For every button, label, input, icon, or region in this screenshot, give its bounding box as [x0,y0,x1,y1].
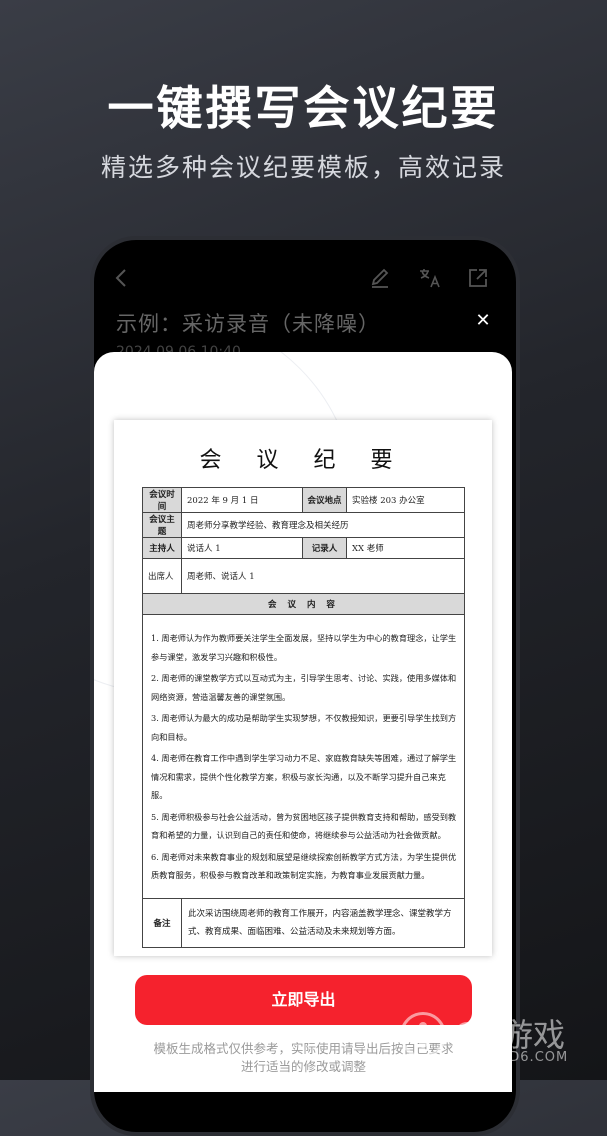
content-item: 2. 周老师的课堂教学方式以互动式为主，引导学生思考、讨论、实践，使用多媒体和网… [151,673,457,702]
watermark-logo-icon [400,1012,446,1058]
host-label: 主持人 [142,537,182,559]
topic-value: 周老师分享教学经验、教育理念及相关经历 [181,512,465,538]
table-row: 会议时间 2022 年 9 月 1 日 会议地点 实验楼 203 办公室 [142,487,465,513]
close-icon[interactable]: ✕ [472,310,494,332]
watermark-url: WWW.CD6.COM [454,1050,569,1065]
content-item: 4. 周老师在教育工作中遇到学生学习动力不足、家庭教育缺失等困难，通过了解学生情… [151,753,457,800]
topic-label: 会议主题 [142,512,182,538]
content-item: 6. 周老师对未来教育事业的规划和展望是继续探索创新教学方式方法，为学生提供优质… [151,851,457,881]
remarks-label: 备注 [142,897,182,948]
meeting-minutes-preview: 会 议 纪 要 会议时间 2022 年 9 月 1 日 会议地点 实验楼 203… [114,420,492,956]
table-row: 1. 周老师认为作为教师要关注学生全面发展，坚持以学生为中心的教育理念，让学生参… [142,614,465,899]
translate-icon[interactable] [416,264,444,292]
time-value: 2022 年 9 月 1 日 [181,487,303,513]
place-label: 会议地点 [302,487,347,513]
promo-headline: 一键撰写会议纪要 [107,81,500,135]
attendees-value: 周老师、说话人 1 [181,558,465,594]
edit-icon[interactable] [366,264,394,292]
host-value: 说话人 1 [181,537,303,559]
time-label: 会议时间 [142,487,182,513]
content-header: 会 议 内 容 [142,593,465,615]
table-row: 会 议 内 容 [142,593,465,615]
app-bar [94,258,516,298]
table-row: 主持人 说话人 1 记录人 XX 老师 [142,537,465,559]
doc-title: 会 议 纪 要 [199,448,407,473]
promo-subline: 精选多种会议纪要模板，高效记录 [100,153,506,182]
table-row: 出席人 周老师、说话人 1 [142,558,465,594]
note-title: 示例：采访录音（未降噪） [116,312,380,336]
content-body: 1. 周老师认为作为教师要关注学生全面发展，坚持以学生为中心的教育理念，让学生参… [142,614,465,899]
table-row: 会议主题 周老师分享教学经验、教育理念及相关经历 [142,512,465,538]
content-item: 5. 周老师积极参与社会公益活动，曾为贫困地区孩子提供教育支持和帮助，感受到教育… [151,811,457,841]
remarks-value: 此次采访围绕周老师的教育工作展开，内容涵盖教学理念、课堂教学方式、教育成果、面临… [181,897,465,948]
recorder-value: XX 老师 [346,537,465,559]
table-row: 备注 此次采访围绕周老师的教育工作展开，内容涵盖教学理念、课堂教学方式、教育成果… [142,897,465,948]
minutes-table: 会议时间 2022 年 9 月 1 日 会议地点 实验楼 203 办公室 会议主… [142,487,465,948]
back-icon[interactable] [108,264,136,292]
watermark: CD游戏 WWW.CD6.COM [400,1010,600,1074]
place-value: 实验楼 203 办公室 [346,487,465,513]
content-item: 1. 周老师认为作为教师要关注学生全面发展，坚持以学生为中心的教育理念，让学生参… [151,633,457,662]
attendees-label: 出席人 [142,558,182,594]
recorder-label: 记录人 [302,537,347,559]
content-item: 3. 周老师认为最大的成功是帮助学生实现梦想，不仅教授知识，更要引导学生找到方向… [151,713,457,742]
share-icon[interactable] [464,264,492,292]
